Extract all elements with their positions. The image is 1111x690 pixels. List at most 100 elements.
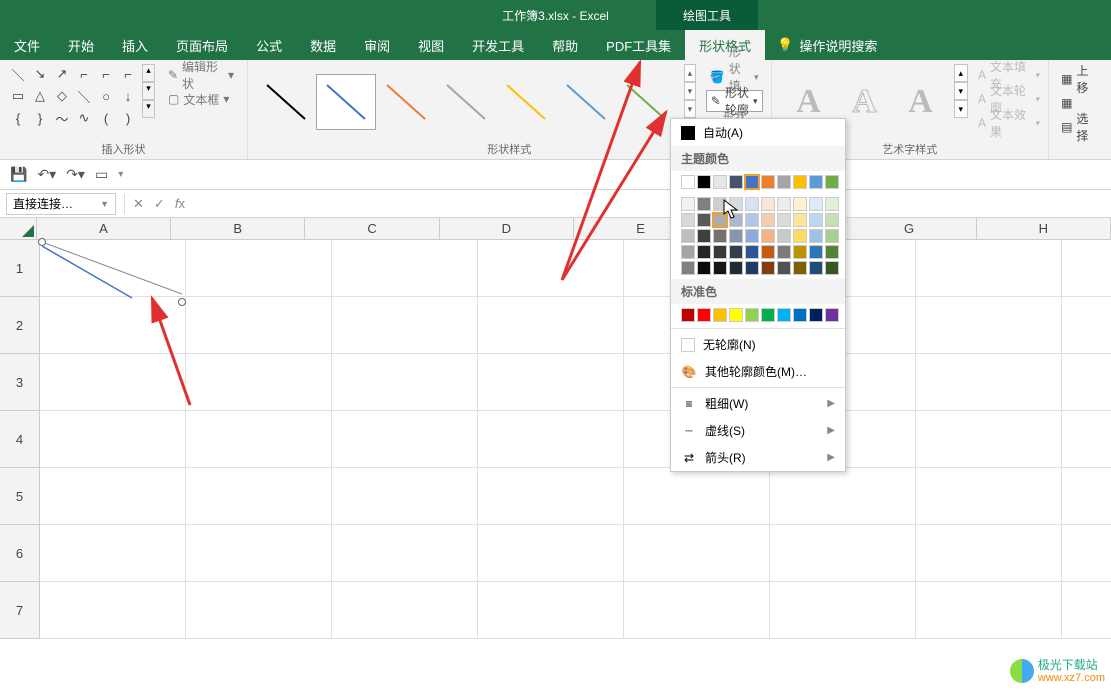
color-swatch[interactable] [793, 197, 807, 211]
row-header[interactable]: 3 [0, 354, 40, 411]
color-swatch[interactable] [825, 245, 839, 259]
tab-page-layout[interactable]: 页面布局 [162, 30, 242, 60]
shape-style-gallery[interactable] [256, 64, 676, 139]
color-swatch[interactable] [793, 245, 807, 259]
row-header[interactable]: 4 [0, 411, 40, 468]
selection-pane-button[interactable]: ▤选择 [1061, 116, 1099, 138]
color-swatch[interactable] [697, 213, 711, 227]
more-colors-item[interactable]: 🎨 其他轮廓颜色(M)… [671, 358, 845, 385]
shape-line-icon[interactable]: ＼ [74, 86, 94, 106]
gallery-down-button[interactable]: ▾ [684, 82, 696, 100]
shape-line-arrow-icon[interactable]: ↗ [52, 64, 72, 84]
confirm-button[interactable]: ✓ [154, 196, 165, 212]
color-swatch[interactable] [681, 245, 695, 259]
color-swatch[interactable] [761, 245, 775, 259]
color-swatch[interactable] [777, 308, 791, 322]
color-swatch[interactable] [761, 229, 775, 243]
dashes-submenu[interactable]: ┈ 虚线(S) ▶ [671, 417, 845, 444]
color-swatch[interactable] [777, 229, 791, 243]
gallery-more-button[interactable]: ▾ [684, 100, 696, 118]
color-swatch[interactable] [777, 175, 791, 189]
shape-connector-icon[interactable]: ⌐ [74, 64, 94, 84]
undo-button[interactable]: ↶▾ [37, 166, 56, 183]
weight-submenu[interactable]: ≡ 粗细(W) ▶ [671, 390, 845, 417]
shape-arrow-icon[interactable]: ↓ [118, 86, 138, 106]
worksheet-grid[interactable]: A B C D E F G H 1 2 3 4 5 6 7 [0, 218, 1111, 690]
edit-shape-button[interactable]: ✎ 编辑形状▾ [163, 64, 239, 86]
color-swatch[interactable] [809, 261, 823, 275]
col-header[interactable]: H [977, 218, 1111, 239]
color-swatch[interactable] [809, 197, 823, 211]
name-box[interactable]: 直接连接… ▼ [6, 193, 116, 215]
color-swatch[interactable] [793, 175, 807, 189]
color-swatch[interactable] [809, 308, 823, 322]
fx-button[interactable]: fx [175, 196, 185, 212]
color-swatch[interactable] [729, 197, 743, 211]
shape-connector-icon[interactable]: ⌐ [118, 64, 138, 84]
tab-review[interactable]: 审阅 [350, 30, 404, 60]
arrows-submenu[interactable]: ⇄ 箭头(R) ▶ [671, 444, 845, 471]
color-swatch[interactable] [793, 308, 807, 322]
color-swatch[interactable] [825, 261, 839, 275]
shape-curve-icon[interactable]: ～ [52, 108, 72, 128]
color-swatch[interactable] [761, 197, 775, 211]
col-header[interactable]: B [171, 218, 305, 239]
color-swatch[interactable] [825, 197, 839, 211]
color-swatch[interactable] [745, 213, 759, 227]
color-swatch[interactable] [809, 175, 823, 189]
color-swatch[interactable] [681, 229, 695, 243]
shape-diamond-icon[interactable]: ◇ [52, 86, 72, 106]
color-swatch[interactable] [761, 213, 775, 227]
text-box-button[interactable]: ▢ 文本框▾ [163, 88, 239, 110]
color-swatch[interactable] [745, 308, 759, 322]
color-swatch[interactable] [697, 308, 711, 322]
shape-handle[interactable] [178, 298, 186, 306]
color-swatch[interactable] [825, 229, 839, 243]
row-header[interactable]: 2 [0, 297, 40, 354]
color-swatch[interactable] [713, 308, 727, 322]
tab-data[interactable]: 数据 [296, 30, 350, 60]
wordart-down-button[interactable]: ▾ [954, 82, 968, 100]
color-swatch[interactable] [745, 229, 759, 243]
color-swatch[interactable] [729, 213, 743, 227]
color-swatch[interactable] [713, 261, 727, 275]
color-swatch[interactable] [777, 261, 791, 275]
color-swatch[interactable] [697, 197, 711, 211]
tab-insert[interactable]: 插入 [108, 30, 162, 60]
wordart-up-button[interactable]: ▴ [954, 64, 968, 82]
no-outline-item[interactable]: 无轮廓(N) [671, 331, 845, 358]
bring-forward-button[interactable]: ▦上移 [1061, 68, 1099, 90]
color-swatch[interactable] [745, 175, 759, 189]
col-header[interactable]: A [37, 218, 171, 239]
tab-developer[interactable]: 开发工具 [458, 30, 538, 60]
gallery-up-button[interactable]: ▴ [684, 64, 696, 82]
color-swatch[interactable] [729, 175, 743, 189]
color-swatch[interactable] [713, 175, 727, 189]
shape-connector-icon[interactable]: ⌐ [96, 64, 116, 84]
color-swatch[interactable] [713, 197, 727, 211]
color-swatch[interactable] [729, 245, 743, 259]
color-swatch[interactable] [793, 229, 807, 243]
tab-file[interactable]: 文件 [0, 30, 54, 60]
row-header[interactable]: 7 [0, 582, 40, 639]
color-swatch[interactable] [697, 245, 711, 259]
color-swatch[interactable] [745, 261, 759, 275]
wordart-more-button[interactable]: ▾ [954, 100, 968, 118]
shape-bracket-icon[interactable]: ( [96, 108, 116, 128]
col-header[interactable]: G [842, 218, 976, 239]
color-swatch[interactable] [745, 245, 759, 259]
selected-line-shape[interactable] [42, 242, 182, 302]
shape-brace-icon[interactable]: } [30, 108, 50, 128]
row-header[interactable]: 6 [0, 525, 40, 582]
color-swatch[interactable] [745, 197, 759, 211]
shape-handle[interactable] [38, 238, 46, 246]
color-swatch[interactable] [697, 175, 711, 189]
color-swatch[interactable] [825, 308, 839, 322]
color-swatch[interactable] [681, 261, 695, 275]
color-swatch[interactable] [761, 175, 775, 189]
color-swatch[interactable] [729, 229, 743, 243]
tab-formulas[interactable]: 公式 [242, 30, 296, 60]
color-swatch[interactable] [697, 229, 711, 243]
shape-curve-icon[interactable]: ∿ [74, 108, 94, 128]
color-swatch[interactable] [729, 261, 743, 275]
